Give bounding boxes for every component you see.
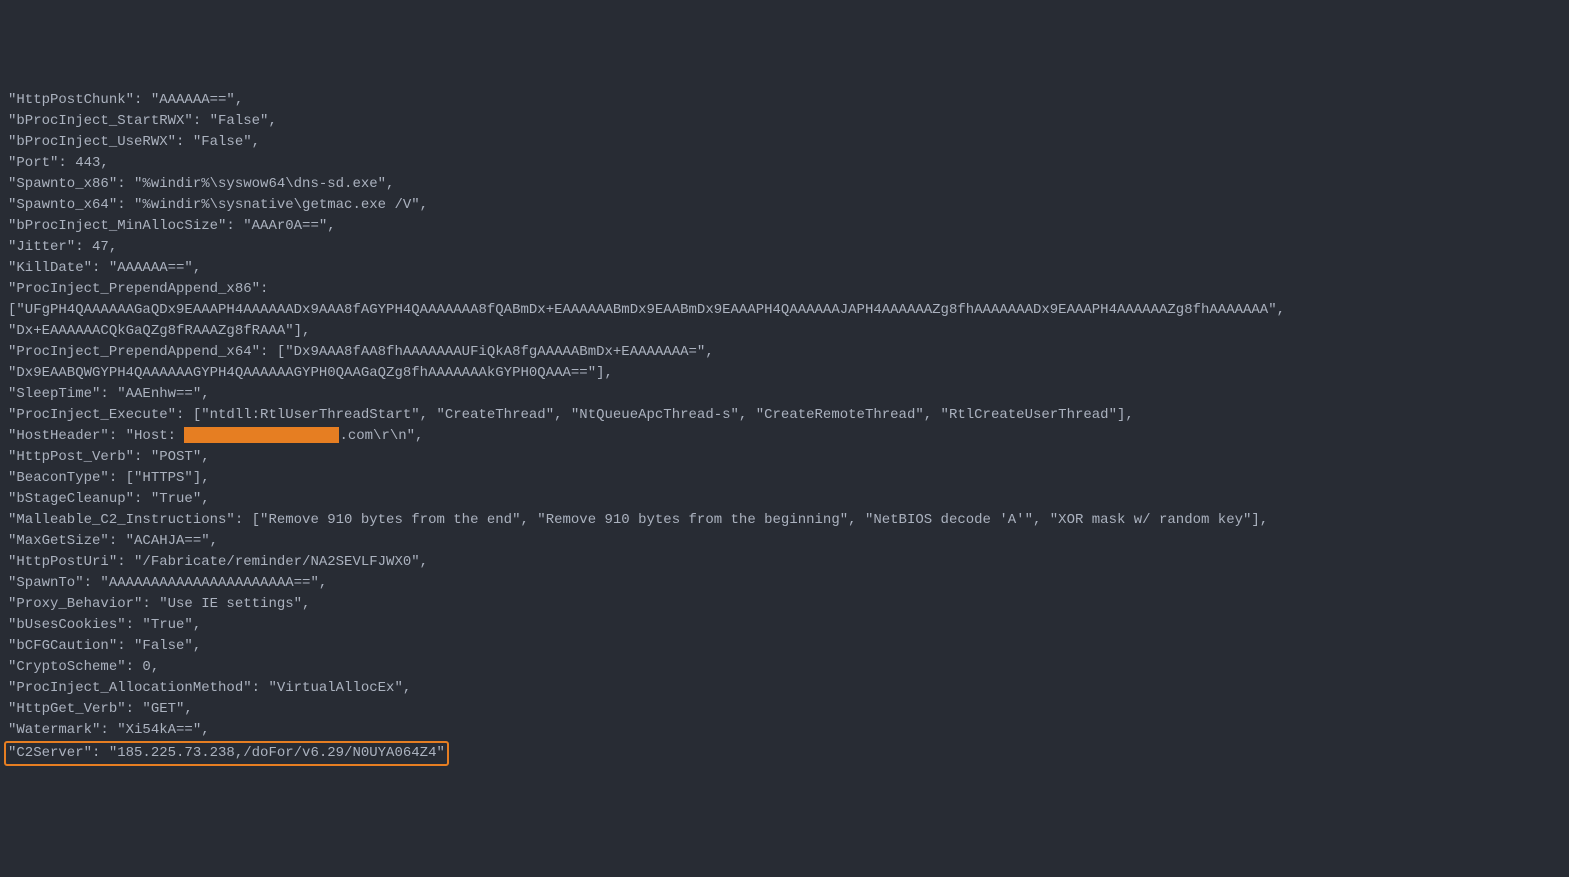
config-line: "Watermark": "Xi54kA==",	[8, 720, 1561, 741]
config-line: "Proxy_Behavior": "Use IE settings",	[8, 594, 1561, 615]
config-line: "bStageCleanup": "True",	[8, 489, 1561, 510]
config-line: "HostHeader": "Host: .com\r\n",	[8, 426, 1561, 447]
config-line: "bUsesCookies": "True",	[8, 615, 1561, 636]
config-line: "ProcInject_AllocationMethod": "VirtualA…	[8, 678, 1561, 699]
config-line: "ProcInject_PrependAppend_x64": ["Dx9AAA…	[8, 342, 1561, 363]
config-line: "bCFGCaution": "False",	[8, 636, 1561, 657]
config-line: "HttpPostChunk": "AAAAAA==",	[8, 90, 1561, 111]
config-line: "Malleable_C2_Instructions": ["Remove 91…	[8, 510, 1561, 531]
config-line: "SleepTime": "AAEnhw==",	[8, 384, 1561, 405]
config-line: "SpawnTo": "AAAAAAAAAAAAAAAAAAAAAA==",	[8, 573, 1561, 594]
config-line: ["UFgPH4QAAAAAAGaQDx9EAAAPH4AAAAAADx9AAA…	[8, 300, 1561, 321]
config-line: "MaxGetSize": "ACAHJA==",	[8, 531, 1561, 552]
config-json-dump: "HttpPostChunk": "AAAAAA==","bProcInject…	[8, 90, 1561, 766]
config-line: "Spawnto_x86": "%windir%\syswow64\dns-sd…	[8, 174, 1561, 195]
config-line: "ProcInject_PrependAppend_x86":	[8, 279, 1561, 300]
config-line: "Dx+EAAAAAACQkGaQZg8fRAAAZg8fRAAA"],	[8, 321, 1561, 342]
config-line: "HttpGet_Verb": "GET",	[8, 699, 1561, 720]
config-line: "BeaconType": ["HTTPS"],	[8, 468, 1561, 489]
c2server-highlight: "C2Server": "185.225.73.238,/doFor/v6.29…	[4, 741, 449, 766]
config-line: "HttpPost_Verb": "POST",	[8, 447, 1561, 468]
config-line: "bProcInject_StartRWX": "False",	[8, 111, 1561, 132]
config-line: "Port": 443,	[8, 153, 1561, 174]
config-line: "ProcInject_Execute": ["ntdll:RtlUserThr…	[8, 405, 1561, 426]
redacted-host	[184, 427, 339, 443]
config-line: "CryptoScheme": 0,	[8, 657, 1561, 678]
config-line: "bProcInject_UseRWX": "False",	[8, 132, 1561, 153]
config-line: "Dx9EAABQWGYPH4QAAAAAAGYPH4QAAAAAAGYPH0Q…	[8, 363, 1561, 384]
config-line: "HttpPostUri": "/Fabricate/reminder/NA2S…	[8, 552, 1561, 573]
config-line: "C2Server": "185.225.73.238,/doFor/v6.29…	[8, 741, 1561, 766]
config-line: "bProcInject_MinAllocSize": "AAAr0A==",	[8, 216, 1561, 237]
config-line: "KillDate": "AAAAAA==",	[8, 258, 1561, 279]
config-line: "Jitter": 47,	[8, 237, 1561, 258]
config-line: "Spawnto_x64": "%windir%\sysnative\getma…	[8, 195, 1561, 216]
